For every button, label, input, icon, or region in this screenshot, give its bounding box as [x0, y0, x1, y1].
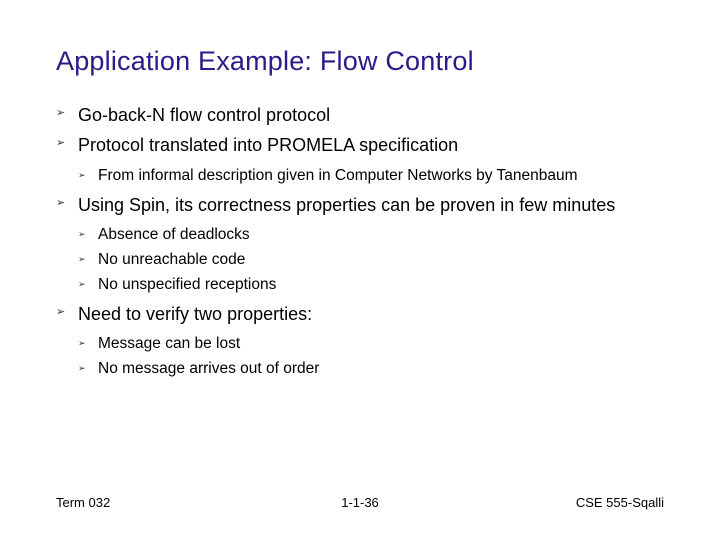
list-item: No unspecified receptions	[78, 275, 664, 296]
list-item: From informal description given in Compu…	[78, 166, 664, 187]
bullet-text: No unspecified receptions	[98, 276, 276, 293]
bullet-text: Go-back-N flow control protocol	[78, 105, 330, 125]
sub-list: Absence of deadlocks No unreachable code…	[78, 225, 664, 296]
slide: Application Example: Flow Control Go-bac…	[0, 0, 720, 540]
list-item: Need to verify two properties: Message c…	[56, 302, 664, 380]
footer: Term 032 1-1-36 CSE 555-Sqalli	[56, 495, 664, 510]
bullet-text: No unreachable code	[98, 251, 245, 268]
sub-list: Message can be lost No message arrives o…	[78, 334, 664, 380]
bullet-text: Using Spin, its correctness properties c…	[78, 195, 615, 215]
list-item: Protocol translated into PROMELA specifi…	[56, 133, 664, 186]
bullet-text: From informal description given in Compu…	[98, 167, 578, 184]
list-item: Using Spin, its correctness properties c…	[56, 193, 664, 296]
list-item: Message can be lost	[78, 334, 664, 355]
bullet-text: Absence of deadlocks	[98, 226, 250, 243]
footer-right: CSE 555-Sqalli	[576, 495, 664, 510]
list-item: Go-back-N flow control protocol	[56, 103, 664, 127]
footer-left: Term 032	[56, 495, 110, 510]
bullet-text: Protocol translated into PROMELA specifi…	[78, 135, 458, 155]
slide-title: Application Example: Flow Control	[56, 46, 664, 77]
footer-center: 1-1-36	[341, 495, 379, 510]
bullet-text: Need to verify two properties:	[78, 304, 312, 324]
bullet-text: No message arrives out of order	[98, 360, 319, 377]
list-item: No unreachable code	[78, 250, 664, 271]
bullet-list: Go-back-N flow control protocol Protocol…	[56, 103, 664, 380]
sub-list: From informal description given in Compu…	[78, 166, 664, 187]
list-item: Absence of deadlocks	[78, 225, 664, 246]
list-item: No message arrives out of order	[78, 359, 664, 380]
bullet-text: Message can be lost	[98, 335, 240, 352]
